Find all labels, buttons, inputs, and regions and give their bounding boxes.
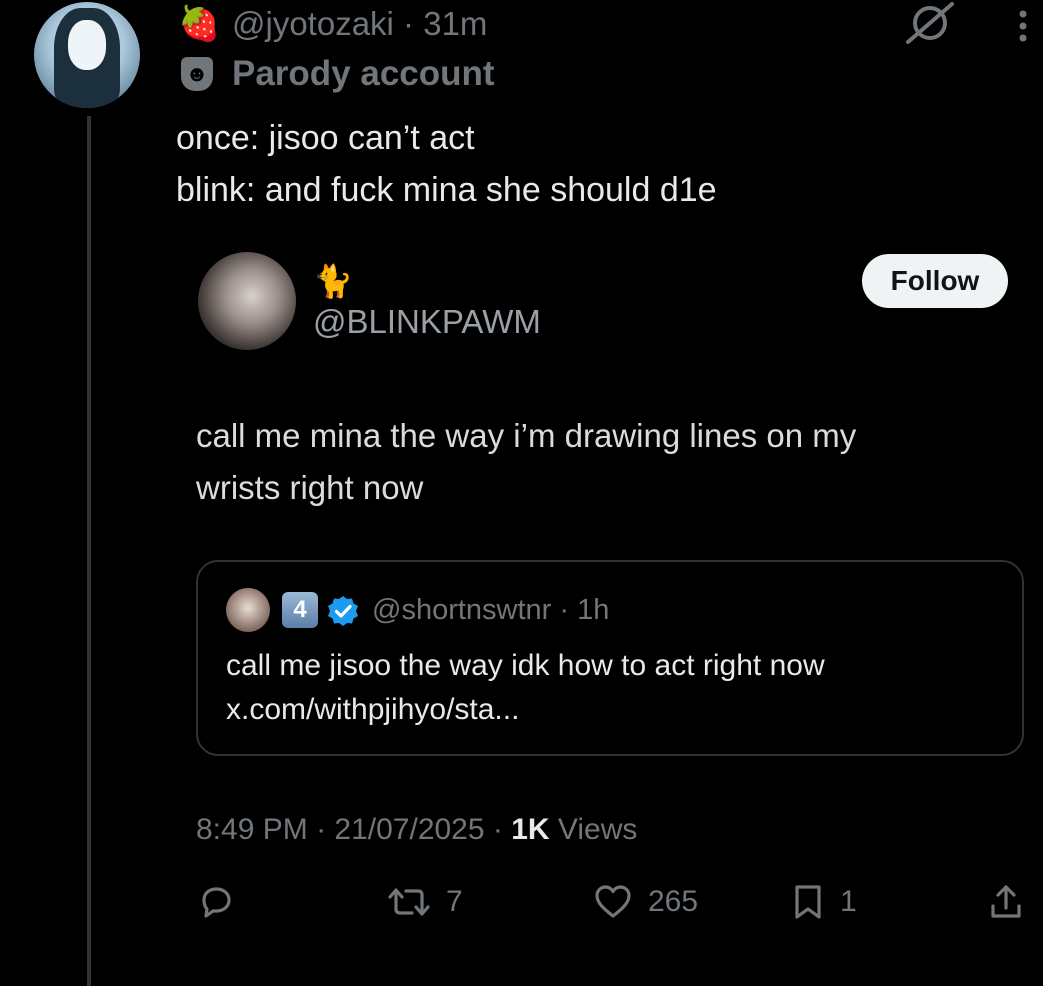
quote-time: 1h — [577, 594, 610, 626]
reply-button[interactable] — [196, 882, 236, 922]
mask-icon: ☻ — [181, 57, 213, 91]
embedded-text: call me mina the way i’m drawing lines o… — [196, 410, 996, 514]
author-handle[interactable]: @jyotozaki · 31m — [232, 4, 487, 44]
heart-icon — [595, 885, 631, 918]
repost-count: 7 — [446, 885, 463, 918]
bookmark-icon — [795, 885, 821, 919]
quote-handle: @shortnswtnr · 1h — [372, 592, 609, 628]
post-time[interactable]: 8:49 PM — [196, 813, 308, 846]
timestamp[interactable]: 31m — [423, 5, 487, 42]
quote-avatar — [226, 588, 270, 632]
views-count: 1K — [511, 813, 550, 846]
separator: · — [484, 813, 512, 846]
share-icon — [991, 885, 1021, 918]
parody-label: Parody account — [232, 54, 495, 93]
verified-icon — [326, 594, 360, 628]
tweet-line: blink: and fuck mina she should d1e — [176, 171, 717, 209]
post-date[interactable]: 21/07/2025 — [334, 813, 484, 846]
reply-icon — [202, 887, 231, 918]
quote-line: call me jisoo the way idk how to act rig… — [226, 649, 825, 682]
separator: · — [307, 813, 335, 846]
number-badge: 4 — [282, 592, 318, 628]
handle-text[interactable]: @jyotozaki — [232, 5, 394, 42]
embedded-handle: @BLINKPAWM — [313, 303, 541, 340]
repost-button[interactable]: 7 — [386, 882, 463, 922]
separator: · — [551, 594, 578, 626]
strawberry-emoji: 🍓 — [178, 5, 221, 43]
repost-icon — [388, 888, 430, 916]
avatar[interactable] — [34, 2, 140, 108]
quote-link: x.com/withpjihyo/sta... — [226, 693, 520, 726]
share-button[interactable] — [986, 882, 1026, 922]
tweet-line: once: jisoo can’t act — [176, 119, 475, 157]
embedded-line: call me mina the way i’m drawing lines o… — [196, 417, 857, 454]
grok-icon[interactable] — [900, 0, 958, 46]
thread-line — [87, 116, 91, 986]
bookmark-button[interactable]: 1 — [790, 882, 857, 922]
like-count: 265 — [648, 885, 699, 918]
quote-text: call me jisoo the way idk how to act rig… — [226, 644, 825, 732]
cat-icon: 🐈 — [313, 263, 353, 299]
bookmark-count: 1 — [840, 885, 857, 918]
embedded-avatar — [198, 252, 296, 350]
like-button[interactable]: 265 — [592, 882, 698, 922]
tweet-meta: 8:49 PM · 21/07/2025 · 1K Views — [196, 810, 637, 850]
quote-handle-text: @shortnswtnr — [372, 594, 552, 626]
tweet-text: once: jisoo can’t act blink: and fuck mi… — [176, 112, 717, 216]
embedded-line: wrists right now — [196, 469, 424, 506]
views-label: Views — [549, 813, 638, 846]
avatar-face — [68, 20, 106, 70]
more-icon[interactable] — [1012, 6, 1034, 46]
separator: · — [393, 5, 424, 42]
follow-button[interactable]: Follow — [862, 254, 1008, 308]
